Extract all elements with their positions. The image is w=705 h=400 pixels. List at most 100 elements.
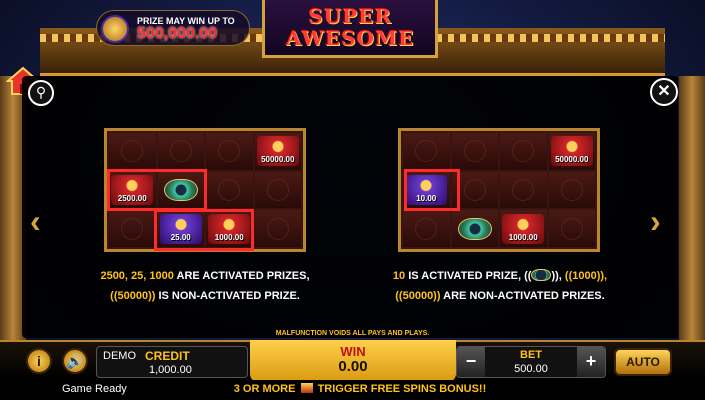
eye-symbol-icon: [415, 140, 438, 163]
eye-symbol-icon: [266, 178, 289, 201]
eye-symbol-icon: [266, 217, 289, 240]
logo-word-awesome: AWESOME: [285, 26, 415, 50]
example-2-line-1: 10 IS ACTIVATED PRIZE, (()), ((1000)),: [350, 266, 650, 286]
activated-values: 10: [392, 270, 406, 282]
grid-cell: 50000.00: [254, 133, 301, 170]
eye-of-horus-icon: [457, 217, 492, 240]
eye-symbol-icon: [218, 140, 241, 163]
bet-decrease-button[interactable]: −: [457, 347, 485, 377]
chevron-left-icon[interactable]: ‹: [30, 204, 41, 238]
grid-cell: [254, 210, 301, 247]
grid-cell: 1000.00: [206, 210, 253, 247]
eye-of-horus-icon: [531, 269, 552, 281]
example-1-description: 2500, 25, 1000 ARE ACTIVATED PRIZES, ((5…: [60, 266, 350, 306]
grid-cell: [109, 210, 156, 247]
prize-orb: 10.00: [405, 174, 448, 205]
grid-cell: [548, 171, 595, 209]
example-1-line-1: 2500, 25, 1000 ARE ACTIVATED PRIZES,: [60, 266, 350, 286]
example-2-description: 10 IS ACTIVATED PRIZE, (()), ((1000)), (…: [350, 266, 650, 306]
eye-symbol-icon: [560, 217, 583, 240]
grid-cell: [451, 210, 498, 247]
eye-symbol-icon: [463, 178, 486, 201]
grid-cell: [451, 133, 498, 170]
logo-word-super: SUPER: [308, 4, 392, 28]
grid-cell: 1000.00: [500, 210, 547, 247]
bonus-ticker: 3 OR MORE TRIGGER FREE SPINS BONUS!!: [200, 383, 520, 395]
prize-orb: 50000.00: [550, 136, 593, 167]
auto-spin-button[interactable]: AUTO: [614, 348, 672, 376]
eye-symbol-icon: [121, 140, 144, 163]
win-label: WIN: [340, 344, 366, 359]
grid-cell: [403, 133, 450, 170]
activated-text: ARE ACTIVATED PRIZES,: [173, 270, 310, 282]
ticker-prefix: 3 OR MORE: [233, 383, 296, 395]
example-1-line-2: ((50000)) IS NON-ACTIVATED PRIZE.: [60, 286, 350, 306]
eye-of-horus-icon: [163, 178, 198, 201]
game-logo: SUPER AWESOME: [262, 0, 438, 58]
grid-cell: 25.00: [157, 210, 204, 247]
non-activated-values: ((1000)),: [564, 270, 608, 282]
eye-symbol-icon: [463, 140, 486, 163]
prize-orb: 25.00: [159, 213, 202, 244]
example-grid-1: 50000.00 2500.00 25.00 1000.00: [104, 128, 306, 252]
close-icon[interactable]: ✕: [650, 78, 678, 106]
ticker-suffix: TRIGGER FREE SPINS BONUS!!: [317, 383, 487, 395]
eye-symbol-icon: [169, 140, 192, 163]
speaker-icon: 🔊: [66, 353, 84, 369]
scatter-symbol-icon: [300, 383, 313, 393]
grid-cell: [403, 210, 450, 247]
max-prize-amount: 500,000.00: [137, 25, 218, 42]
non-activated-text: ARE NON-ACTIVATED PRIZES.: [440, 290, 605, 302]
activated-text-tail: )),: [551, 270, 565, 282]
grid-cell: [206, 133, 253, 170]
activated-values: 2500, 25, 1000: [100, 270, 174, 282]
eye-symbol-icon: [560, 178, 583, 201]
activated-text: IS ACTIVATED PRIZE, ((: [405, 270, 532, 282]
bet-increase-button[interactable]: +: [577, 347, 605, 377]
eye-symbol-icon: [415, 217, 438, 240]
non-activated-values: ((50000)): [395, 290, 441, 302]
example-2-line-2: ((50000)) ARE NON-ACTIVATED PRIZES.: [350, 286, 650, 306]
grid-cell: [500, 171, 547, 209]
credit-value: 1,000.00: [149, 364, 192, 376]
bet-control: − BET 500.00 +: [456, 346, 606, 378]
credit-label: CREDIT: [145, 349, 190, 363]
win-display: WIN 0.00: [250, 340, 456, 382]
game-status: Game Ready: [62, 383, 127, 395]
credit-display: DEMO CREDIT 1,000.00: [96, 346, 248, 378]
grid-cell: [206, 171, 253, 209]
eye-symbol-icon: [121, 217, 144, 240]
non-activated-values: ((50000)): [110, 290, 156, 302]
eye-symbol-icon: [218, 178, 241, 201]
prize-orb: 2500.00: [111, 174, 154, 205]
grid-cell: [451, 171, 498, 209]
grid-cell: [548, 210, 595, 247]
grid-cell: [500, 133, 547, 170]
info-icon: i: [37, 353, 41, 369]
scarab-seal-icon: [101, 15, 129, 43]
prize-orb: 1000.00: [208, 213, 251, 244]
eye-symbol-icon: [512, 140, 535, 163]
eye-symbol-icon: [512, 178, 535, 201]
info-button[interactable]: i: [26, 348, 52, 374]
non-activated-text: IS NON-ACTIVATED PRIZE.: [155, 290, 300, 302]
prize-orb: 1000.00: [502, 213, 545, 244]
demo-label: DEMO: [103, 350, 136, 362]
chevron-right-icon[interactable]: ›: [650, 204, 661, 238]
example-grid-2: 50000.00 10.00 1000.00: [398, 128, 600, 252]
right-pillar: [679, 76, 705, 340]
search-icon[interactable]: ⚲: [28, 80, 54, 106]
max-prize-banner: PRIZE MAY WIN UP TO 500,000.00: [96, 10, 250, 46]
grid-cell: [109, 133, 156, 170]
grid-cell: 2500.00: [109, 171, 156, 209]
bet-value: 500.00: [514, 363, 548, 375]
grid-cell: [157, 171, 204, 209]
grid-cell: [254, 171, 301, 209]
malfunction-disclaimer: MALFUNCTION VOIDS ALL PAYS AND PLAYS.: [275, 330, 430, 337]
grid-cell: 50000.00: [548, 133, 595, 170]
sound-button[interactable]: 🔊: [62, 348, 88, 374]
grid-cell: [157, 133, 204, 170]
win-value: 0.00: [338, 358, 368, 375]
prize-orb: 50000.00: [256, 136, 299, 167]
grid-cell: 10.00: [403, 171, 450, 209]
